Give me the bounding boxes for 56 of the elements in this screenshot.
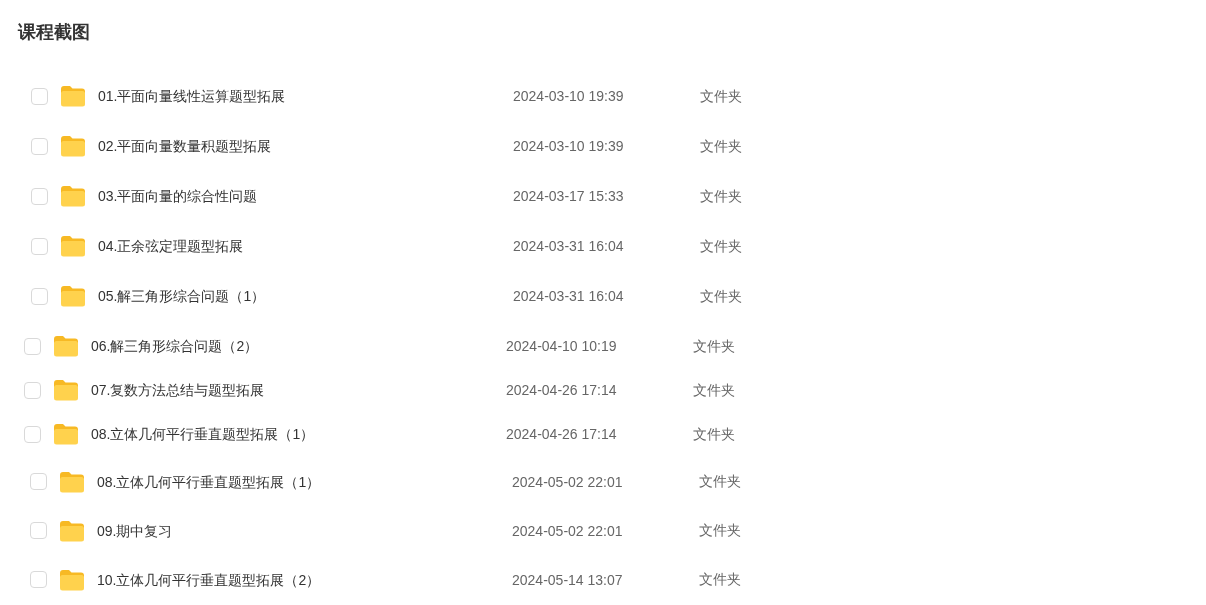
folder-icon [60, 235, 86, 257]
row-checkbox[interactable] [31, 87, 48, 105]
file-type: 文件夹 [699, 570, 741, 589]
folder-name-link[interactable]: 04.正余弦定理题型拓展 [98, 238, 244, 254]
modified-date: 2024-03-10 19:39 [513, 138, 624, 154]
row-checkbox[interactable] [24, 425, 41, 443]
folder-name-link[interactable]: 09.期中复习 [97, 522, 173, 539]
folder-icon [53, 423, 79, 445]
folder-name-link[interactable]: 06.解三角形综合问题（2） [91, 338, 259, 354]
folder-icon [60, 135, 86, 157]
modified-date: 2024-03-31 16:04 [513, 238, 624, 254]
row-checkbox[interactable] [30, 473, 47, 490]
row-checkbox[interactable] [31, 137, 48, 155]
folder-name-link[interactable]: 03.平面向量的综合性问题 [98, 188, 258, 204]
folder-name-link[interactable]: 08.立体几何平行垂直题型拓展（1） [91, 426, 315, 442]
row-checkbox[interactable] [30, 522, 47, 539]
row-checkbox[interactable] [24, 337, 41, 355]
file-type: 文件夹 [700, 236, 742, 256]
modified-date: 2024-03-10 19:39 [513, 88, 624, 104]
folder-icon [60, 85, 86, 107]
folder-name-link[interactable]: 10.立体几何平行垂直题型拓展（2） [97, 571, 321, 588]
folder-name-link[interactable]: 01.平面向量线性运算题型拓展 [98, 88, 286, 104]
section-title: 课程截图 [18, 21, 90, 44]
file-type: 文件夹 [700, 286, 742, 306]
folder-icon [60, 185, 86, 207]
modified-date: 2024-03-17 15:33 [513, 188, 624, 204]
modified-date: 2024-05-14 13:07 [512, 571, 623, 588]
folder-name-link[interactable]: 08.立体几何平行垂直题型拓展（1） [97, 473, 321, 490]
folder-icon [59, 568, 85, 591]
folder-name-link[interactable]: 07.复数方法总结与题型拓展 [91, 382, 265, 398]
modified-date: 2024-04-26 17:14 [506, 426, 617, 442]
row-checkbox[interactable] [24, 381, 41, 399]
modified-date: 2024-05-02 22:01 [512, 522, 623, 539]
file-type: 文件夹 [699, 472, 741, 491]
file-type: 文件夹 [693, 336, 735, 356]
row-checkbox[interactable] [31, 237, 48, 255]
modified-date: 2024-03-31 16:04 [513, 288, 624, 304]
file-type: 文件夹 [700, 186, 742, 206]
folder-icon [53, 335, 79, 357]
row-checkbox[interactable] [30, 571, 47, 588]
row-checkbox[interactable] [31, 187, 48, 205]
folder-icon [53, 379, 79, 401]
file-type: 文件夹 [700, 86, 742, 106]
modified-date: 2024-04-26 17:14 [506, 382, 617, 398]
row-checkbox[interactable] [31, 287, 48, 305]
modified-date: 2024-04-10 10:19 [506, 338, 617, 354]
folder-icon [59, 470, 85, 493]
folder-name-link[interactable]: 05.解三角形综合问题（1） [98, 288, 266, 304]
file-type: 文件夹 [693, 380, 735, 400]
folder-icon [60, 285, 86, 307]
file-type: 文件夹 [693, 424, 735, 444]
folder-icon [59, 519, 85, 542]
file-type: 文件夹 [699, 521, 741, 540]
file-type: 文件夹 [700, 136, 742, 156]
modified-date: 2024-05-02 22:01 [512, 473, 623, 490]
folder-name-link[interactable]: 02.平面向量数量积题型拓展 [98, 138, 272, 154]
